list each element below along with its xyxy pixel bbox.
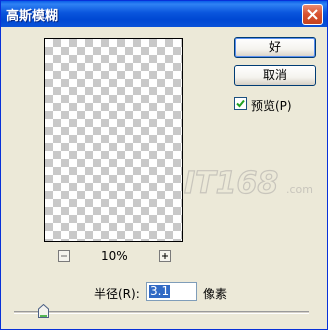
unit-label: 像素 (203, 287, 228, 301)
radius-slider-track[interactable] (14, 311, 309, 314)
close-button[interactable] (302, 4, 323, 25)
preview-checkbox-label[interactable]: 预览(P) (251, 97, 292, 114)
svg-text:IT168: IT168 (184, 166, 278, 199)
checkmark-icon (236, 99, 245, 108)
title-bar[interactable]: 高斯模糊 (1, 1, 327, 27)
minus-icon (61, 255, 67, 257)
preview-area[interactable] (44, 38, 183, 242)
gaussian-blur-dialog: 高斯模糊 10% 好 取消 预览(P) IT168 .com 半径(R): 3.… (0, 0, 328, 330)
cancel-button[interactable]: 取消 (234, 65, 316, 86)
close-icon (307, 9, 318, 20)
it168-watermark-logo: IT168 .com (184, 165, 313, 199)
svg-text:.com: .com (286, 183, 313, 196)
plus-icon (162, 253, 168, 259)
radius-slider-thumb[interactable] (38, 304, 49, 318)
radius-input[interactable]: 3.1 (146, 282, 197, 301)
zoom-in-button[interactable] (159, 250, 171, 262)
zoom-level: 10% (101, 249, 128, 263)
radius-label: 半径(R): (94, 287, 140, 301)
zoom-out-button[interactable] (58, 250, 70, 262)
preview-checkbox[interactable] (234, 97, 247, 110)
ok-button[interactable]: 好 (234, 37, 316, 58)
dialog-title: 高斯模糊 (6, 9, 59, 24)
radius-value: 3.1 (149, 284, 171, 298)
